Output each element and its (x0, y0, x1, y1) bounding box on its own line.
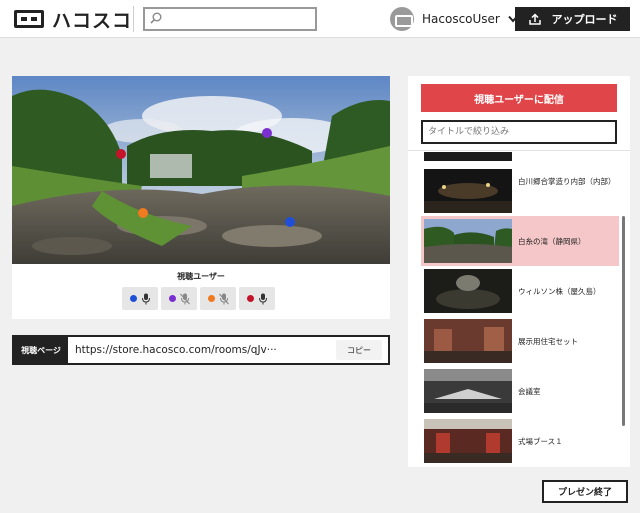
title-filter-input[interactable] (421, 120, 617, 144)
viewer-marker (285, 217, 295, 227)
search-icon (150, 12, 162, 24)
room-thumbnail (424, 369, 512, 413)
room-list-scrollbar[interactable] (622, 216, 625, 426)
broadcast-panel: 視聴ユーザーに配信 白川郷合掌造り内部（内部） (408, 76, 630, 467)
mic-off-icon (179, 293, 190, 304)
list-item[interactable]: 会議室 (421, 366, 619, 416)
search-input[interactable] (167, 11, 312, 27)
viewer-user-chip[interactable] (200, 287, 236, 310)
room-list[interactable]: 白川郷合掌造り内部（内部） 白糸の滝（静岡県） ウィルソン株（屋久島） 展示用住… (421, 152, 629, 467)
viewer-marker (116, 149, 126, 159)
share-url-field: https://store.hacosco.com/rooms/qJv··· コ… (68, 337, 388, 363)
viewer-card: 視聴ユーザー (12, 76, 390, 319)
share-url-text[interactable]: https://store.hacosco.com/rooms/qJv··· (75, 344, 315, 356)
list-item[interactable]: 白川郷合掌造り内部（内部） (421, 166, 619, 216)
end-presentation-button[interactable]: プレゼン終了 (542, 480, 628, 503)
panorama-image (12, 76, 390, 264)
room-title: 会議室 (518, 387, 541, 396)
panorama-view[interactable] (12, 76, 390, 264)
viewer-user-chip[interactable] (161, 287, 197, 310)
logo[interactable]: ハコスコ (14, 8, 133, 32)
copy-button[interactable]: コピー (336, 340, 382, 360)
mic-icon (258, 293, 267, 304)
avatar (390, 7, 414, 31)
share-url-bar: 視聴ページ https://store.hacosco.com/rooms/qJ… (12, 335, 390, 365)
header-divider (133, 6, 134, 32)
logo-text: ハコスコ (52, 9, 133, 32)
room-title: 白糸の滝（静岡県） (518, 237, 586, 246)
search-box[interactable] (143, 7, 317, 31)
room-title: ウィルソン株（屋久島） (518, 287, 601, 296)
room-thumbnail (424, 152, 512, 161)
list-item[interactable]: ウィルソン株（屋久島） (421, 266, 619, 316)
user-menu[interactable]: HacoscoUser (390, 6, 518, 32)
room-title: 展示用住宅セット (518, 337, 578, 346)
list-item[interactable]: 式場ブース１ (421, 416, 619, 466)
list-item[interactable]: 展示用住宅セット (421, 316, 619, 366)
list-item-selected[interactable]: 白糸の滝（静岡県） (421, 216, 619, 266)
viewer-color-dot (246, 295, 254, 302)
room-thumbnail (424, 419, 512, 463)
top-bar: ハコスコ HacoscoUser アップロード (0, 0, 640, 38)
viewer-user-list (122, 287, 278, 310)
user-name: HacoscoUser (422, 12, 500, 26)
room-title: 式場ブース１ (518, 437, 563, 446)
list-item[interactable] (421, 152, 619, 164)
room-thumbnail (424, 319, 512, 363)
room-thumbnail (424, 219, 512, 263)
broadcast-button[interactable]: 視聴ユーザーに配信 (421, 84, 617, 112)
room-title: 白川郷合掌造り内部（内部） (518, 177, 616, 186)
share-url-label: 視聴ページ (21, 345, 61, 355)
mic-icon (141, 293, 150, 304)
viewer-marker (138, 208, 148, 218)
panel-divider (408, 150, 630, 151)
viewer-color-dot (207, 295, 215, 302)
logo-mark-icon (14, 10, 44, 28)
mic-off-icon (218, 293, 229, 304)
upload-label: アップロード (551, 13, 618, 26)
viewer-user-chip[interactable] (122, 287, 158, 310)
viewer-color-dot (168, 295, 176, 302)
upload-icon (528, 12, 541, 25)
viewer-color-dot (129, 295, 137, 302)
room-thumbnail (424, 169, 512, 213)
viewer-user-chip[interactable] (239, 287, 275, 310)
viewer-users-label: 視聴ユーザー (177, 272, 225, 281)
viewer-marker (262, 128, 272, 138)
room-thumbnail (424, 269, 512, 313)
upload-button[interactable]: アップロード (515, 7, 630, 31)
